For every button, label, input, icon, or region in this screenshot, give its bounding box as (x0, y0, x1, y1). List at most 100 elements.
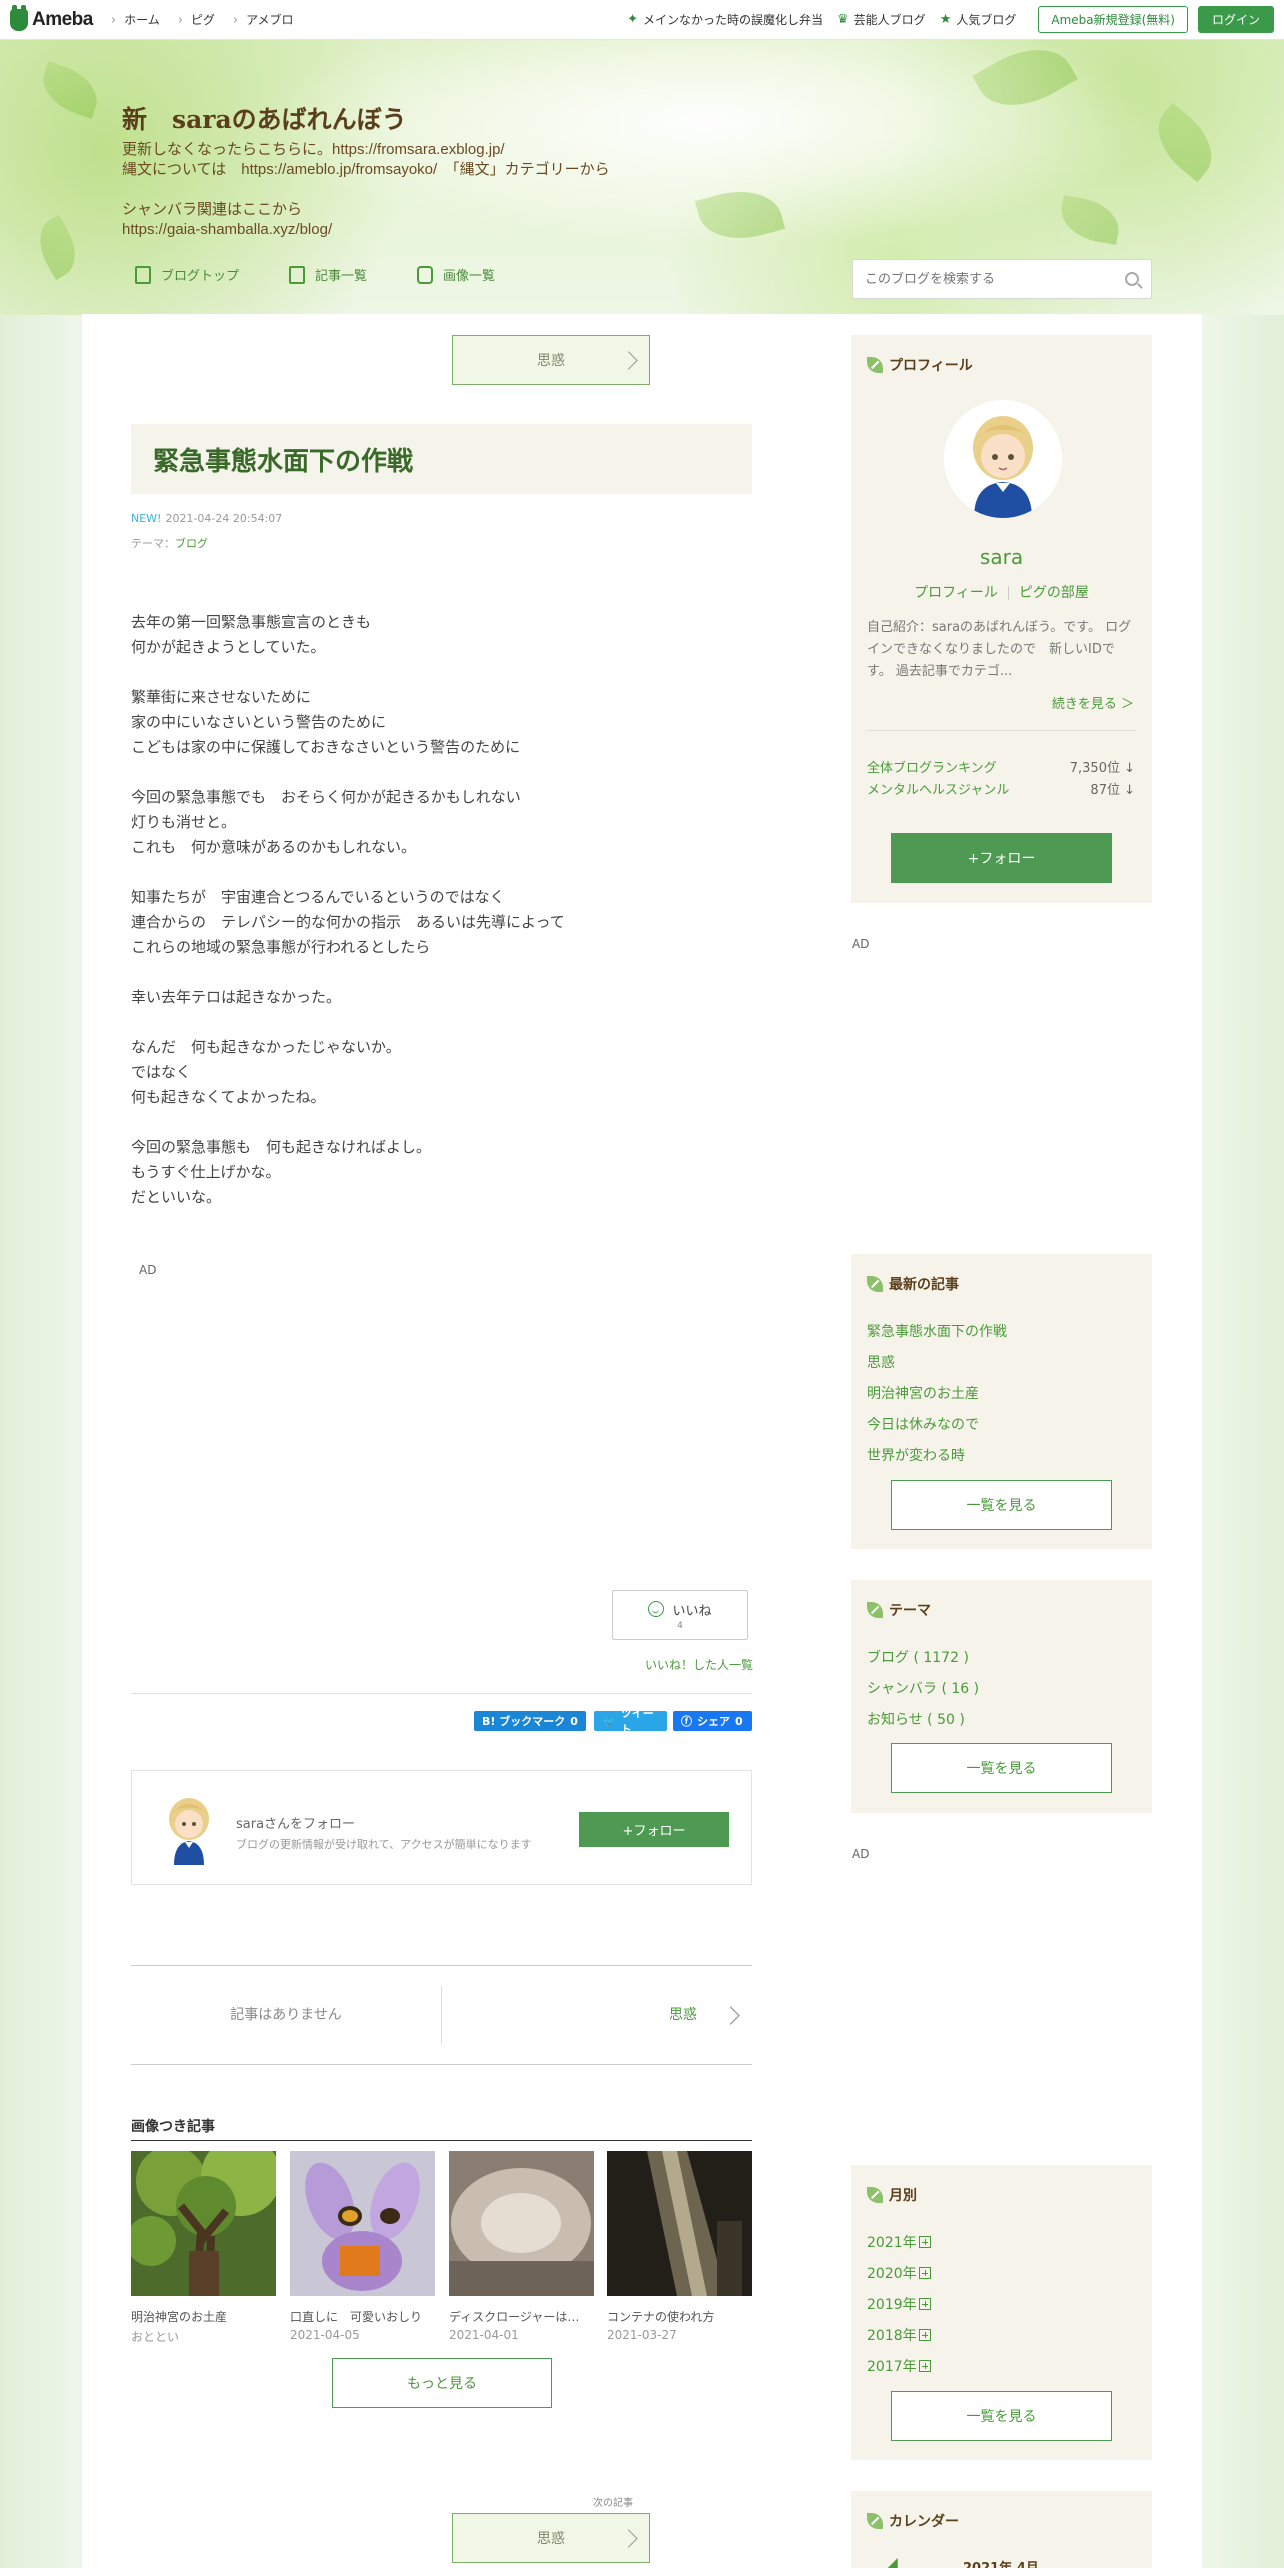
archive-year-link[interactable]: 2021年 (867, 2232, 931, 2252)
ranking-label[interactable]: メンタルヘルスジャンル (867, 779, 1009, 798)
divider (867, 730, 1135, 731)
monthly-more-button[interactable]: 一覧を見る (891, 2391, 1112, 2441)
recent-more-button[interactable]: 一覧を見る (891, 1480, 1112, 1530)
search-icon[interactable] (1125, 272, 1139, 286)
recent-article-link[interactable]: 明治神宮のお土産 (867, 1383, 979, 1403)
image-article-caption: 口直しに 可愛いおしり (290, 2310, 423, 2324)
tweet-button[interactable]: 🐦 ツイート (594, 1707, 667, 1736)
featured-blog-link[interactable]: ✦ メインなかった時の誤魔化し弁当 (627, 11, 823, 28)
recent-article-link[interactable]: 思惑 (867, 1352, 895, 1372)
recent-article-link[interactable]: 世界が変わる時 (867, 1445, 965, 1465)
leaf-icon (867, 1602, 883, 1618)
themes-more-button[interactable]: 一覧を見る (891, 1743, 1112, 1793)
archive-year-link[interactable]: 2018年 (867, 2325, 931, 2345)
nav-ameblo[interactable]: アメブロ (233, 11, 293, 28)
expand-icon[interactable] (918, 2329, 931, 2341)
image-article-caption: ディスクロージャーは… (449, 2310, 580, 2324)
next-article-link[interactable]: 思惑 (669, 2004, 697, 2024)
tweet-label: ツイート (620, 1707, 654, 1736)
image-list-label: 画像一覧 (443, 269, 496, 284)
smile-icon (648, 1601, 665, 1617)
profile-link[interactable]: プロフィール (914, 585, 998, 601)
recent-article-link[interactable]: 緊急事態水面下の作戦 (867, 1321, 1007, 1341)
pigg-room-link[interactable]: ピグの部屋 (1019, 585, 1089, 601)
archive-year-link[interactable]: 2017年 (867, 2356, 931, 2376)
monthly-heading: 月別 (867, 2185, 917, 2205)
profile-name[interactable]: sara (851, 545, 1152, 569)
profile-widget: プロフィール sara プロフィール ピグの部屋 自己紹介：saraのあばれんぼう… (851, 335, 1152, 903)
next-article-button[interactable]: 思惑 (452, 335, 650, 385)
article-title-box: 緊急事態水面下の作戦 (131, 424, 752, 494)
image-article-item[interactable]: ディスクロージャーは… 2021-04-01 (449, 2151, 594, 2342)
archive-year-link[interactable]: 2020年 (867, 2263, 931, 2283)
archive-year-label: 2020年 (867, 2266, 917, 2282)
follow-card: saraさんをフォロー ブログの更新情報が受け取れて、アクセスが簡単になります … (131, 1770, 752, 1885)
nav-pigg[interactable]: ピグ (178, 11, 215, 28)
article-body: 去年の第一回緊急事態宣言のときも 何かが起きようとしていた。 繁華街に来させない… (131, 614, 565, 1206)
theme-link[interactable]: シャンバラ ( 16 ) (867, 1678, 979, 1698)
leaf-icon (867, 2513, 883, 2529)
expand-icon[interactable] (918, 2236, 931, 2248)
more-images-button[interactable]: もっと見る (332, 2358, 552, 2408)
ranking-value: 87位 ↓ (1090, 783, 1135, 798)
ranking-row: メンタルヘルスジャンル 87位 ↓ (867, 779, 1135, 798)
hatena-bookmark-button[interactable]: B! ブックマーク 0 (474, 1711, 586, 1731)
expand-icon[interactable] (918, 2360, 931, 2372)
global-header: Ameba ホーム ピグ アメブロ ✦ メインなかった時の誤魔化し弁当 ♛ 芸能… (0, 0, 1284, 40)
twitter-icon: 🐦 (602, 1714, 616, 1728)
image-article-item[interactable]: 口直しに 可愛いおしり 2021-04-05 (290, 2151, 435, 2342)
theme-link[interactable]: ブログ ( 1172 ) (867, 1647, 969, 1667)
article-list-link[interactable]: 記事一覧 (289, 265, 367, 284)
profile-follow-button[interactable]: +フォロー (891, 833, 1112, 883)
calendar-prev-icon[interactable]: ◢ (887, 2555, 898, 2568)
theme-link[interactable]: ブログ (175, 537, 208, 550)
blog-search-input[interactable] (865, 271, 1125, 287)
follow-button[interactable]: +フォロー (579, 1812, 729, 1847)
prev-article: 記事はありません (230, 2007, 342, 2023)
expand-icon[interactable] (918, 2298, 931, 2310)
celebrity-blog-label: 芸能人ブログ (853, 13, 926, 27)
expand-icon[interactable] (918, 2267, 931, 2279)
image-article-item[interactable]: 明治神宮のお土産 おととい (126, 2136, 281, 2345)
image-list-link[interactable]: 画像一覧 (417, 265, 495, 284)
blog-title[interactable]: 新 saraのあばれんぼう (122, 100, 407, 136)
avatar[interactable] (944, 400, 1062, 518)
ameba-logo[interactable]: Ameba (10, 4, 93, 31)
like-button[interactable]: いいね 4 (612, 1590, 748, 1640)
share-label: シェア (697, 1715, 730, 1728)
blog-top-link[interactable]: ブログトップ (135, 265, 239, 284)
crocus-bee-photo (290, 2151, 435, 2296)
image-article-item[interactable]: コンテナの使われ方 2021-03-27 (607, 2151, 752, 2342)
archive-year-label: 2017年 (867, 2359, 917, 2375)
new-badge: NEW! (131, 512, 162, 525)
profile-continue-link[interactable]: 続きを見る ＞ (1052, 693, 1134, 712)
recent-article-link[interactable]: 今日は休みなので (867, 1414, 979, 1434)
camera-icon (417, 265, 434, 284)
article-list-label: 記事一覧 (315, 269, 368, 284)
article-title[interactable]: 緊急事態水面下の作戦 (153, 441, 413, 478)
leaf-decoration (972, 31, 1078, 124)
archive-year-link[interactable]: 2019年 (867, 2294, 931, 2314)
calendar-heading: カレンダー (867, 2511, 959, 2531)
ranking-label[interactable]: 全体ブログランキング (867, 757, 997, 776)
chevron-right-icon[interactable] (721, 2006, 740, 2025)
ranking-value: 7,350位 ↓ (1069, 761, 1135, 776)
theme-link[interactable]: お知らせ ( 50 ) (867, 1709, 965, 1729)
facebook-share-button[interactable]: ⓕ シェア 0 (673, 1711, 752, 1731)
article-datetime: 2021-04-24 20:54:07 (165, 512, 283, 525)
next-article-caption: 次の記事 (593, 2498, 633, 2509)
register-button[interactable]: Ameba新規登録(無料) (1038, 6, 1188, 33)
leaf-decoration (1143, 102, 1227, 183)
popular-blog-link[interactable]: ★ 人気ブログ (940, 11, 1017, 28)
profile-heading: プロフィール (867, 355, 973, 375)
nav-home[interactable]: ホーム (111, 11, 160, 28)
login-button[interactable]: ログイン (1197, 6, 1274, 33)
next-article-button[interactable]: 思惑 (452, 2513, 650, 2563)
blog-description: 更新しなくなったらこちらに。https://fromsara.exblog.jp… (122, 141, 610, 238)
celebrity-blog-link[interactable]: ♛ 芸能人ブログ (837, 11, 926, 28)
global-right-links: ✦ メインなかった時の誤魔化し弁当 ♛ 芸能人ブログ ★ 人気ブログ Ameba… (627, 6, 1274, 33)
featured-blog-label: メインなかった時の誤魔化し弁当 (643, 13, 824, 27)
crown-icon: ♛ (837, 12, 849, 27)
right-background (1202, 314, 1284, 2568)
liked-users-link[interactable]: いいね！した人一覧 (645, 1656, 753, 1673)
